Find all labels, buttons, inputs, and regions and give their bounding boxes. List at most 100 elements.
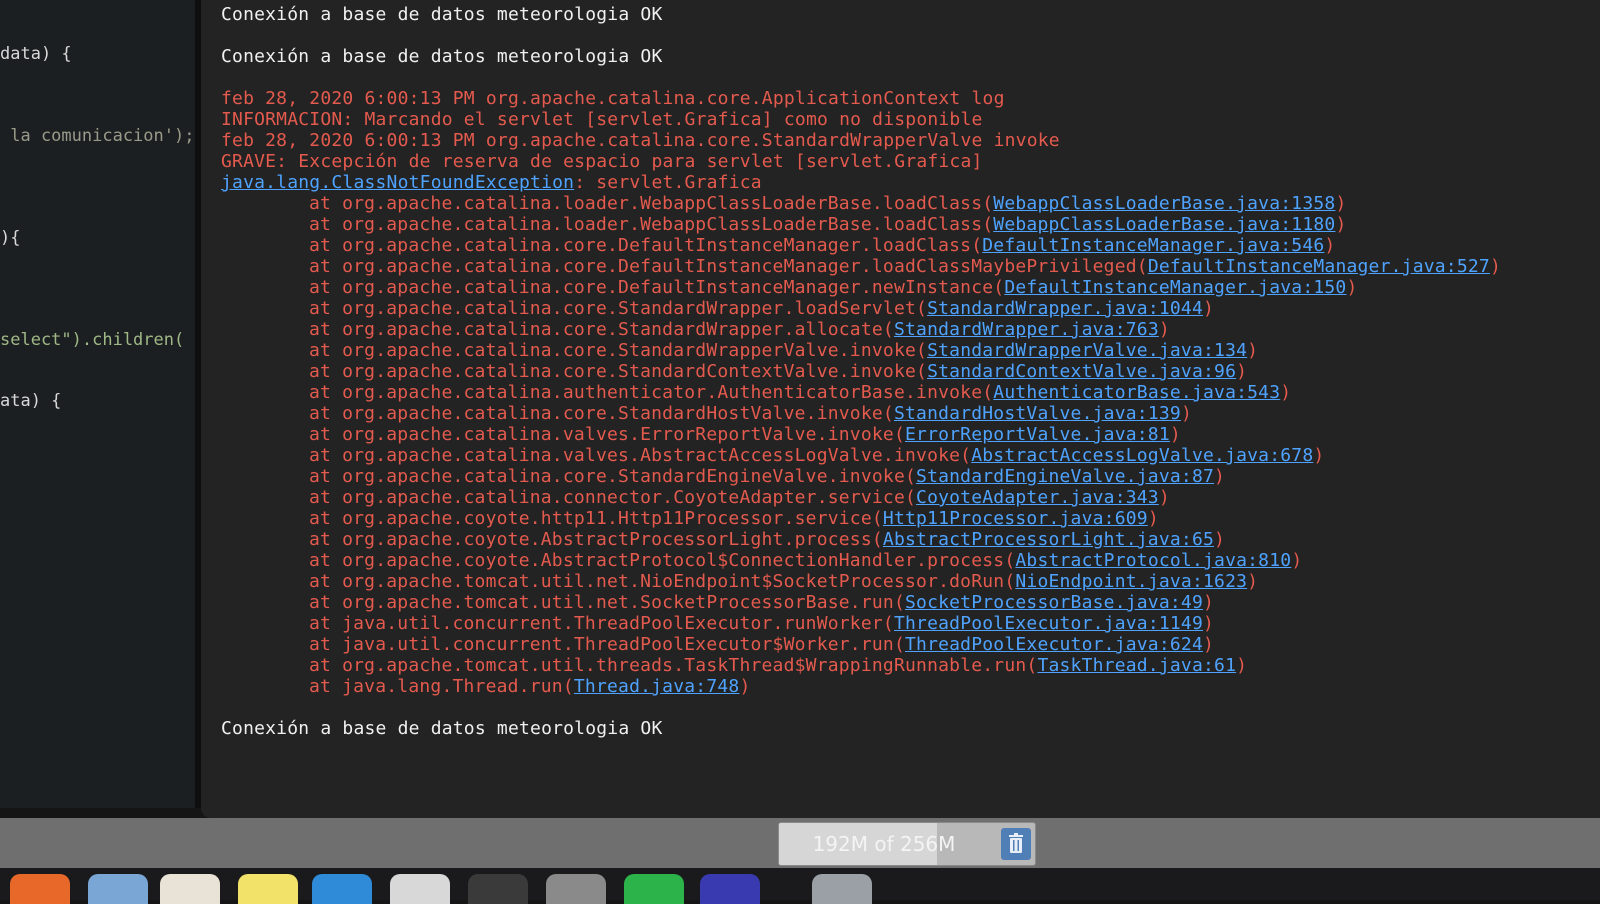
closing-paren: ) [1291,550,1303,571]
stack-frame-source-link[interactable]: AuthenticatorBase.java:543 [993,382,1280,403]
stack-frame-line: at org.apache.catalina.core.DefaultInsta… [221,256,1501,277]
closing-paren: ) [1489,256,1502,277]
stack-frame-line: at org.apache.catalina.valves.AbstractAc… [221,445,1501,466]
stack-frame-line: at org.apache.catalina.core.StandardWrap… [221,298,1501,319]
closing-paren: ) [1214,529,1226,550]
closing-paren: ) [1324,235,1336,256]
stack-frame-source-link[interactable]: DefaultInstanceManager.java:527 [1148,256,1490,277]
code-editor-pane[interactable]: data) { la comunicacion'); ){ select").chi… [0,0,201,808]
stack-frame-line: at org.apache.tomcat.util.threads.TaskTh… [221,655,1501,676]
stack-frame-source-link[interactable]: DefaultInstanceManager.java:546 [982,235,1324,256]
closing-paren: ) [1158,319,1170,340]
console-info-line: Conexión a base de datos meteorologia OK [221,4,663,25]
closing-paren: ) [1335,214,1347,235]
closing-paren: ) [1346,277,1358,298]
stack-frame-source-link[interactable]: Http11Processor.java:609 [883,508,1148,529]
closing-paren: ) [1147,508,1159,529]
stack-frame-line: at org.apache.coyote.AbstractProtocol$Co… [221,550,1501,571]
code-line: la comunicacion'); [0,126,195,146]
stack-frame-line: at org.apache.catalina.loader.WebappClas… [221,214,1501,235]
stack-frame-method: at org.apache.catalina.valves.AbstractAc… [309,445,972,466]
stack-frame-source-link[interactable]: StandardContextValve.java:96 [927,361,1236,382]
exception-link[interactable]: java.lang.ClassNotFoundException [221,172,574,193]
stack-frame-line: at org.apache.catalina.core.StandardWrap… [221,340,1501,361]
stack-frame-line: at org.apache.catalina.core.DefaultInsta… [221,235,1501,256]
code-line: select").children( [0,330,185,350]
stack-frame-source-link[interactable]: DefaultInstanceManager.java:150 [1004,277,1346,298]
closing-paren: ) [1236,361,1248,382]
stack-frame-method: at org.apache.tomcat.util.net.NioEndpoin… [309,571,1016,592]
code-line: ){ [0,228,21,248]
closing-paren: ) [1247,571,1259,592]
console-exception-line: java.lang.ClassNotFoundException: servle… [221,172,1501,193]
stack-frame-line: at org.apache.catalina.loader.WebappClas… [221,193,1501,214]
console-error-line: GRAVE: Excepción de reserva de espacio p… [221,151,983,172]
closing-paren: ) [739,676,751,697]
stack-frame-source-link[interactable]: WebappClassLoaderBase.java:1358 [993,193,1335,214]
closing-paren: ) [1214,466,1226,487]
stack-frame-method: at org.apache.coyote.http11.Http11Proces… [309,508,883,529]
console-info-line: Conexión a base de datos meteorologia OK [221,718,663,739]
stack-frame-line: at org.apache.catalina.core.StandardEngi… [221,466,1501,487]
stack-frame-source-link[interactable]: StandardWrapper.java:763 [894,319,1159,340]
closing-paren: ) [1203,592,1215,613]
stack-frame-source-link[interactable]: StandardWrapper.java:1044 [927,298,1203,319]
closing-paren: ) [1203,634,1215,655]
stack-frame-source-link[interactable]: StandardEngineValve.java:87 [916,466,1214,487]
stack-frame-line: at java.lang.Thread.run(Thread.java:748) [221,676,1501,697]
stack-frame-method: at org.apache.catalina.core.StandardWrap… [309,340,928,361]
stack-frame-source-link[interactable]: ErrorReportValve.java:81 [905,424,1170,445]
heap-label: 192M of 256M [812,832,956,856]
console-view[interactable]: Conexión a base de datos meteorologia OK… [201,0,1600,818]
closing-paren: ) [1203,298,1215,319]
garbage-collect-button[interactable] [1001,828,1031,860]
stack-frame-source-link[interactable]: TaskThread.java:61 [1037,655,1236,676]
stack-frame-method: at org.apache.catalina.core.DefaultInsta… [309,235,983,256]
stack-frame-source-link[interactable]: CoyoteAdapter.java:343 [916,487,1159,508]
stack-frame-source-link[interactable]: Thread.java:748 [574,676,740,697]
console-error-line: feb 28, 2020 6:00:13 PM org.apache.catal… [221,88,1005,109]
stack-frame-source-link[interactable]: AbstractProtocol.java:810 [1015,550,1291,571]
trash-icon [1009,833,1023,853]
stack-frame-source-link[interactable]: StandardWrapperValve.java:134 [927,340,1247,361]
stack-frame-source-link[interactable]: AbstractAccessLogValve.java:678 [971,445,1313,466]
closing-paren: ) [1203,613,1215,634]
stack-frame-method: at java.util.concurrent.ThreadPoolExecut… [309,613,894,634]
closing-paren: ) [1313,445,1325,466]
stack-frame-source-link[interactable]: SocketProcessorBase.java:49 [905,592,1203,613]
heap-status: 192M of 256M [778,822,1036,866]
code-line: data) { [0,44,72,64]
stack-frame-line: at org.apache.coyote.AbstractProcessorLi… [221,529,1501,550]
stack-frame-source-link[interactable]: ThreadPoolExecutor.java:1149 [894,613,1203,634]
console-info-line: Conexión a base de datos meteorologia OK [221,46,663,67]
stack-frame-method: at org.apache.coyote.AbstractProcessorLi… [309,529,883,550]
console-output: Conexión a base de datos meteorologia OK… [221,4,1501,739]
stack-frame-method: at org.apache.tomcat.util.threads.TaskTh… [309,655,1038,676]
exception-message: : servlet.Grafica [574,172,762,193]
closing-paren: ) [1169,424,1181,445]
stack-frame-source-link[interactable]: NioEndpoint.java:1623 [1015,571,1247,592]
stack-frame-method: at java.lang.Thread.run( [309,676,574,697]
stack-frame-line: at org.apache.catalina.valves.ErrorRepor… [221,424,1501,445]
stack-frame-method: at org.apache.catalina.loader.WebappClas… [309,214,994,235]
stack-frame-source-link[interactable]: WebappClassLoaderBase.java:1180 [993,214,1335,235]
stack-frame-method: at org.apache.coyote.AbstractProtocol$Co… [309,550,1016,571]
stack-frame-source-link[interactable]: AbstractProcessorLight.java:65 [883,529,1214,550]
stack-frame-line: at org.apache.catalina.connector.CoyoteA… [221,487,1501,508]
console-error-line: feb 28, 2020 6:00:13 PM org.apache.catal… [221,130,1060,151]
console-error-line: INFORMACION: Marcando el servlet [servle… [221,109,983,130]
code-line: ata) { [0,391,62,411]
stack-frame-method: at org.apache.catalina.core.StandardWrap… [309,298,928,319]
closing-paren: ) [1247,340,1259,361]
stack-frame-method: at java.util.concurrent.ThreadPoolExecut… [309,634,905,655]
stack-frame-source-link[interactable]: ThreadPoolExecutor.java:624 [905,634,1203,655]
closing-paren: ) [1280,382,1292,403]
stack-frame-method: at org.apache.catalina.core.DefaultInsta… [309,256,1148,277]
stack-frame-line: at org.apache.catalina.core.StandardWrap… [221,319,1501,340]
stack-frame-source-link[interactable]: StandardHostValve.java:139 [894,403,1181,424]
stack-frame-line: at org.apache.coyote.http11.Http11Proces… [221,508,1501,529]
stack-frame-line: at org.apache.tomcat.util.net.SocketProc… [221,592,1501,613]
stack-frame-line: at java.util.concurrent.ThreadPoolExecut… [221,634,1501,655]
